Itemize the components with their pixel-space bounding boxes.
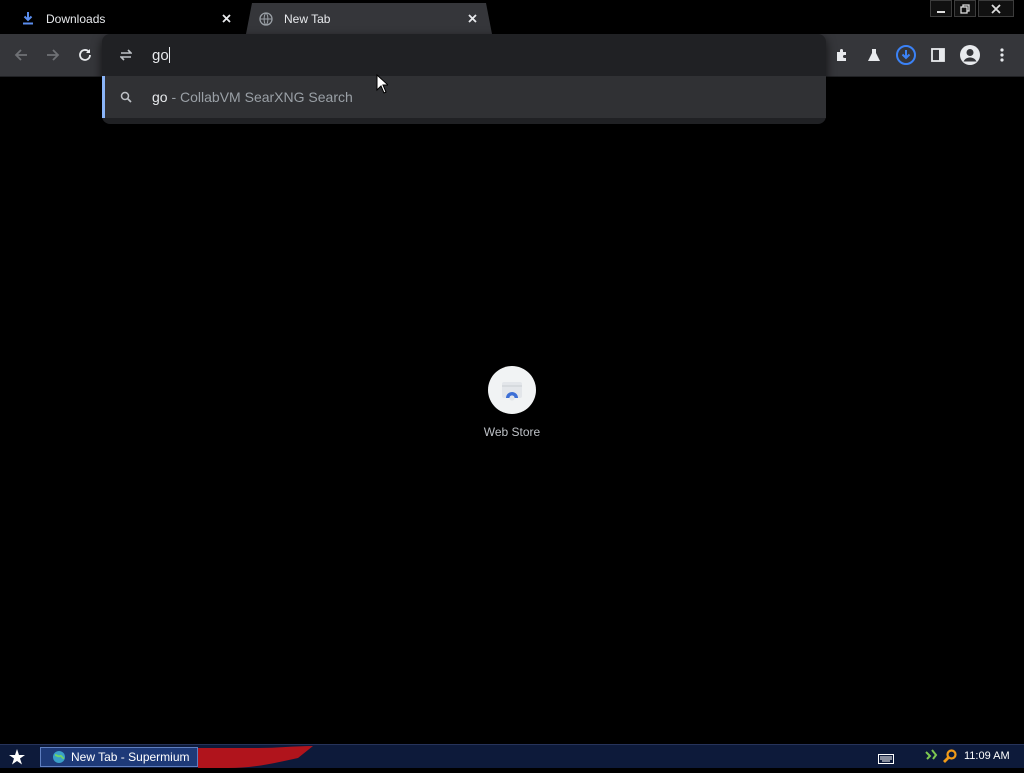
suggestion-separator: - (167, 89, 181, 105)
suggestion-query: go (152, 89, 168, 105)
suggestion-engine: CollabVM SearXNG Search (180, 89, 353, 105)
globe-icon (258, 11, 274, 27)
tab-new-tab[interactable]: New Tab (246, 3, 492, 34)
address-bar[interactable]: go (102, 34, 826, 76)
tab-title: Downloads (46, 11, 106, 26)
taskbar-clock: 11:09 AM (964, 750, 1010, 762)
tab-strip: Downloads New Tab (0, 0, 1024, 34)
search-icon (118, 89, 134, 105)
shortcut-label: Web Store (483, 425, 541, 439)
keyboard-icon[interactable] (878, 751, 894, 769)
web-store-icon (488, 366, 536, 414)
close-tab-icon[interactable] (218, 11, 234, 27)
close-tab-icon[interactable] (464, 11, 480, 27)
omnibox-suggestion[interactable]: go - CollabVM SearXNG Search (102, 76, 826, 118)
tab-title: New Tab (284, 11, 331, 26)
close-window-button[interactable] (978, 0, 1014, 17)
wallpaper-flag (198, 746, 318, 773)
restore-button[interactable] (954, 0, 976, 17)
address-input[interactable]: go (152, 46, 170, 64)
forward-button[interactable] (40, 42, 66, 68)
start-star-icon[interactable] (6, 747, 28, 767)
profile-avatar-icon[interactable] (957, 42, 983, 68)
labs-flask-icon[interactable] (861, 42, 887, 68)
back-button[interactable] (8, 42, 34, 68)
shortcut-web-store[interactable]: Web Store (466, 366, 558, 450)
taskbar: New Tab - Supermium 11:09 AM (0, 744, 1024, 768)
window-controls (928, 0, 1014, 18)
taskbar-button-browser[interactable]: New Tab - Supermium (40, 747, 198, 767)
download-progress-icon[interactable] (893, 42, 919, 68)
taskbar-button-label: New Tab - Supermium (71, 750, 190, 764)
side-panel-icon[interactable] (925, 42, 951, 68)
network-icon[interactable] (924, 748, 940, 769)
search-icon[interactable] (942, 748, 958, 769)
text-caret (168, 46, 170, 63)
reload-button[interactable] (72, 42, 98, 68)
globe-icon (51, 749, 67, 765)
menu-kebab-icon[interactable] (989, 42, 1015, 68)
minimize-button[interactable] (930, 0, 952, 17)
extensions-icon[interactable] (829, 42, 855, 68)
page-info-icon[interactable] (118, 47, 134, 63)
mouse-cursor-icon (376, 73, 390, 99)
download-icon (20, 11, 36, 27)
omnibox-popup: go go - CollabVM SearXNG Search (102, 34, 826, 124)
tab-downloads[interactable]: Downloads (8, 3, 246, 34)
